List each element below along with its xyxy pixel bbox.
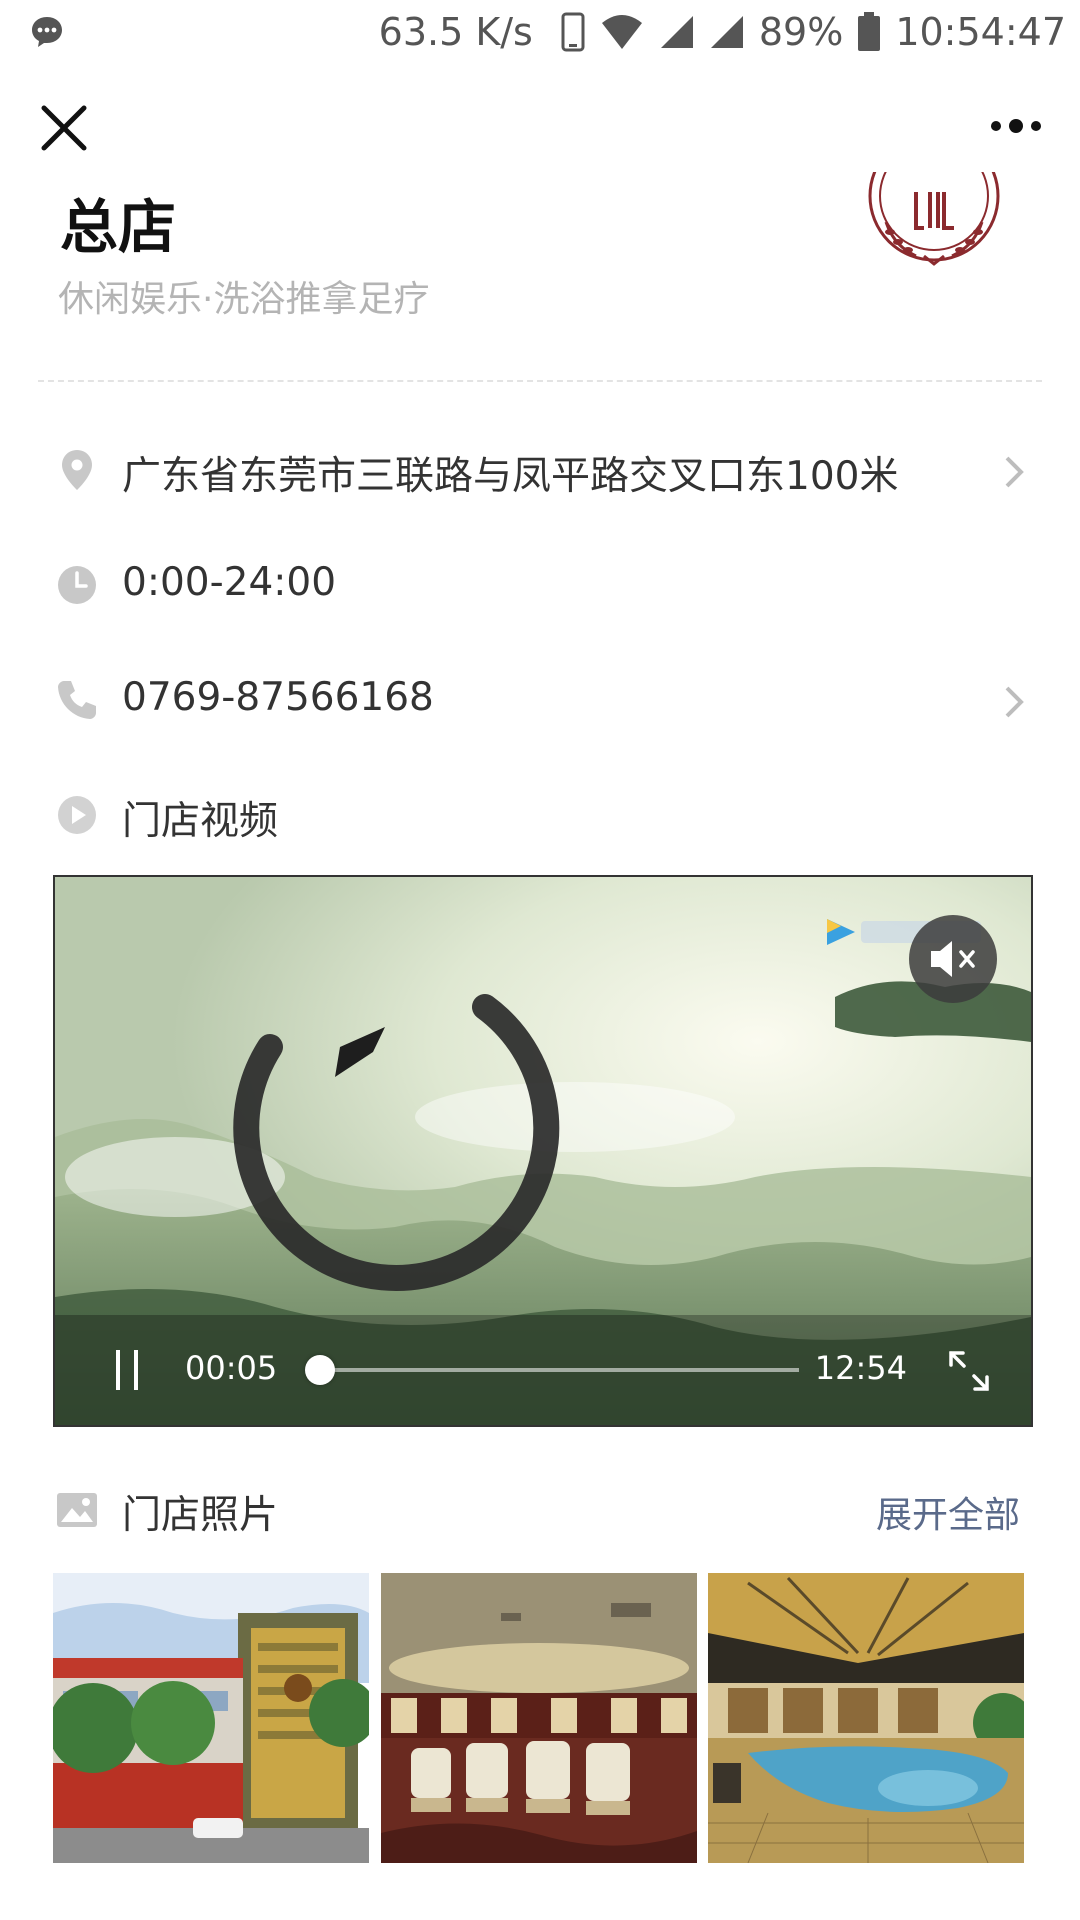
page: 63.5 K/s 89% 10:54:47 总店 休闲娱乐·洗浴推拿足疗 广东省…	[0, 0, 1080, 1920]
header-divider	[38, 380, 1042, 382]
store-photo-pool[interactable]	[708, 1573, 1024, 1863]
shop-category: 休闲娱乐·洗浴推拿足疗	[58, 279, 430, 320]
chevron-right-icon	[1002, 454, 1026, 490]
store-photo-storefront[interactable]	[53, 1573, 369, 1863]
progress-bar[interactable]	[304, 1355, 799, 1385]
phone-device-icon	[561, 12, 585, 52]
hours-text: 0:00-24:00	[122, 560, 337, 605]
status-bar-right: 63.5 K/s 89% 10:54:47	[379, 0, 1066, 64]
more-button[interactable]	[988, 106, 1044, 146]
video-label-row: 门店视频	[0, 765, 1080, 865]
location-pin-icon	[55, 448, 99, 492]
image-icon	[55, 1490, 99, 1530]
shop-logo	[864, 172, 1004, 272]
shop-title: 总店	[60, 193, 177, 261]
battery-icon	[857, 12, 881, 52]
clock-icon	[55, 563, 99, 607]
mute-icon	[931, 941, 975, 977]
wifi-icon	[599, 13, 645, 51]
chevron-right-icon	[1002, 684, 1026, 720]
status-bar: 63.5 K/s 89% 10:54:47	[0, 0, 1080, 64]
message-notification-icon	[30, 14, 64, 48]
pause-button[interactable]	[113, 1347, 143, 1393]
current-time: 00:05	[185, 1349, 278, 1387]
video-player[interactable]: 00:05 12:54	[53, 875, 1033, 1427]
pause-icon	[116, 1350, 138, 1390]
fullscreen-icon	[949, 1351, 989, 1391]
phone-text: 0769-87566168	[122, 675, 434, 720]
expand-all-link[interactable]: 展开全部	[876, 1486, 1020, 1538]
address-row[interactable]: 广东省东莞市三联路与凤平路交叉口东100米	[0, 420, 1080, 520]
phone-icon	[55, 678, 99, 722]
play-icon	[55, 793, 99, 837]
network-speed: 63.5 K/s	[378, 10, 533, 54]
close-icon	[41, 105, 87, 151]
photos-label: 门店照片	[122, 1493, 279, 1538]
signal-icon-2	[709, 14, 745, 50]
clock-time: 10:54:47	[895, 10, 1066, 54]
total-time: 12:54	[814, 1349, 907, 1387]
address-text: 广东省东莞市三联路与凤平路交叉口东100米	[122, 454, 899, 499]
phone-row[interactable]: 0769-87566168	[0, 650, 1080, 750]
more-icon	[991, 119, 1041, 133]
signal-icon-1	[659, 14, 695, 50]
video-label: 门店视频	[122, 799, 279, 844]
fullscreen-button[interactable]	[947, 1349, 991, 1393]
store-photo-hall[interactable]	[381, 1573, 697, 1863]
mute-button[interactable]	[909, 915, 997, 1003]
progress-thumb[interactable]	[304, 1355, 335, 1385]
close-button[interactable]	[36, 100, 92, 156]
hours-row: 0:00-24:00	[0, 535, 1080, 635]
photos-header: 门店照片 展开全部	[0, 1470, 1080, 1550]
video-controls: 00:05 12:54	[55, 1315, 1031, 1425]
battery-percent: 89%	[758, 10, 844, 54]
